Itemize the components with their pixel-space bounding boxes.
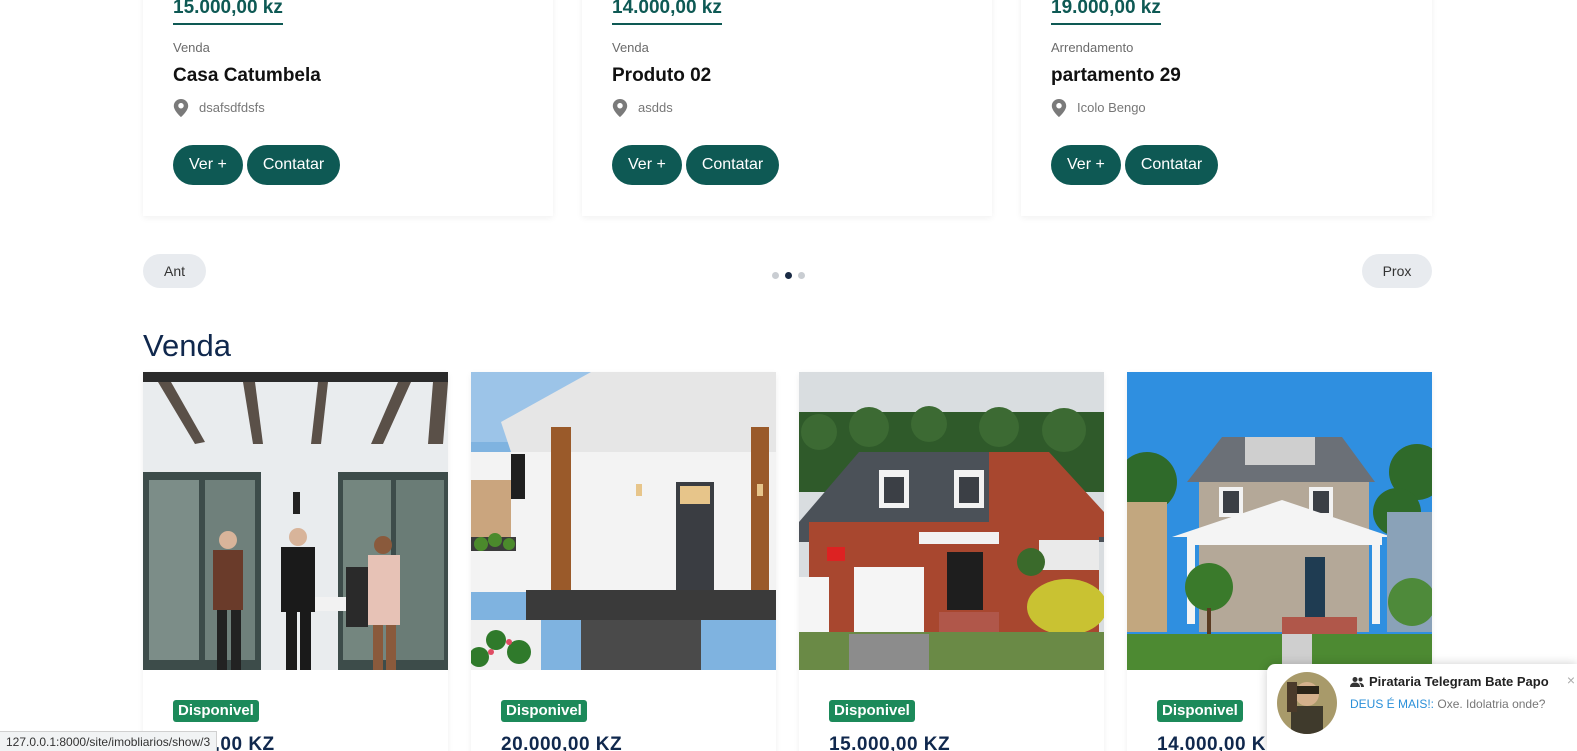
carousel-dot[interactable] — [798, 272, 805, 279]
listing-card[interactable]: Disponivel …00,00 KZ — [143, 372, 448, 751]
notification-text: Oxe. Idolatria onde? — [1434, 697, 1546, 711]
chat-notification[interactable]: Pirataria Telegram Bate Papo DEUS É MAIS… — [1267, 664, 1577, 751]
property-type: Venda — [612, 40, 649, 55]
property-title: Casa Catumbela — [173, 65, 321, 86]
location-label: asdds — [638, 100, 673, 115]
listing-price: 20.000,00 KZ — [501, 734, 623, 751]
listing-image[interactable] — [471, 372, 776, 670]
property-card: 14.000,00 kz Venda Produto 02 asdds Ver … — [582, 0, 992, 216]
contact-button[interactable]: Contatar — [685, 145, 780, 185]
map-pin-icon — [173, 99, 189, 117]
carousel-dot[interactable] — [772, 272, 779, 279]
notification-title-label: Pirataria Telegram Bate Papo — [1369, 674, 1549, 689]
property-title: Produto 02 — [612, 65, 712, 86]
carousel-prev-button[interactable]: Ant — [143, 254, 206, 288]
property-location: asdds — [612, 99, 972, 117]
section-title: Venda — [143, 328, 231, 363]
status-badge: Disponivel — [1157, 700, 1243, 722]
notification-sender: DEUS É MAIS!: — [1350, 697, 1435, 711]
carousel-dots — [772, 272, 805, 279]
property-type: Arrendamento — [1051, 40, 1134, 55]
listing-card[interactable]: Disponivel 20.000,00 KZ — [471, 372, 776, 751]
group-icon — [1350, 676, 1364, 687]
notification-message: DEUS É MAIS!: Oxe. Idolatria onde? — [1350, 697, 1545, 711]
status-badge: Disponivel — [501, 700, 587, 722]
property-card: 15.000,00 kz Venda Casa Catumbela dsafsd… — [143, 0, 553, 216]
map-pin-icon — [1051, 99, 1067, 117]
property-card: 19.000,00 kz Arrendamento partamento 29 … — [1021, 0, 1432, 216]
listing-image[interactable] — [1127, 372, 1432, 670]
listing-price: 15.000,00 KZ — [829, 734, 951, 751]
property-title: partamento 29 — [1051, 65, 1181, 86]
view-more-button[interactable]: Ver + — [1051, 145, 1121, 185]
contact-button[interactable]: Contatar — [1124, 145, 1219, 185]
carousel-dot-active[interactable] — [785, 272, 792, 279]
listing-card[interactable]: Disponivel 15.000,00 KZ — [799, 372, 1104, 751]
property-price: 19.000,00 kz — [1051, 0, 1161, 25]
map-pin-icon — [612, 99, 628, 117]
property-type: Venda — [173, 40, 210, 55]
avatar[interactable] — [1277, 672, 1337, 734]
property-location: Icolo Bengo — [1051, 99, 1412, 117]
carousel-next-button[interactable]: Prox — [1362, 254, 1432, 288]
listing-image[interactable] — [143, 372, 448, 670]
avatar-image — [1277, 672, 1337, 734]
location-label: dsafsdfdsfs — [199, 100, 265, 115]
contact-button[interactable]: Contatar — [246, 145, 341, 185]
property-location: dsafsdfdsfs — [173, 99, 533, 117]
status-badge: Disponivel — [829, 700, 915, 722]
notification-title: Pirataria Telegram Bate Papo — [1350, 674, 1549, 689]
status-bar-url: 127.0.0.1:8000/site/imobliarios/show/3 — [0, 731, 218, 751]
property-price: 14.000,00 kz — [612, 0, 722, 25]
view-more-button[interactable]: Ver + — [612, 145, 682, 185]
location-label: Icolo Bengo — [1077, 100, 1146, 115]
view-more-button[interactable]: Ver + — [173, 145, 243, 185]
listing-image[interactable] — [799, 372, 1104, 670]
close-icon[interactable]: × — [1567, 672, 1575, 688]
property-price: 15.000,00 kz — [173, 0, 283, 25]
status-badge: Disponivel — [173, 700, 259, 722]
